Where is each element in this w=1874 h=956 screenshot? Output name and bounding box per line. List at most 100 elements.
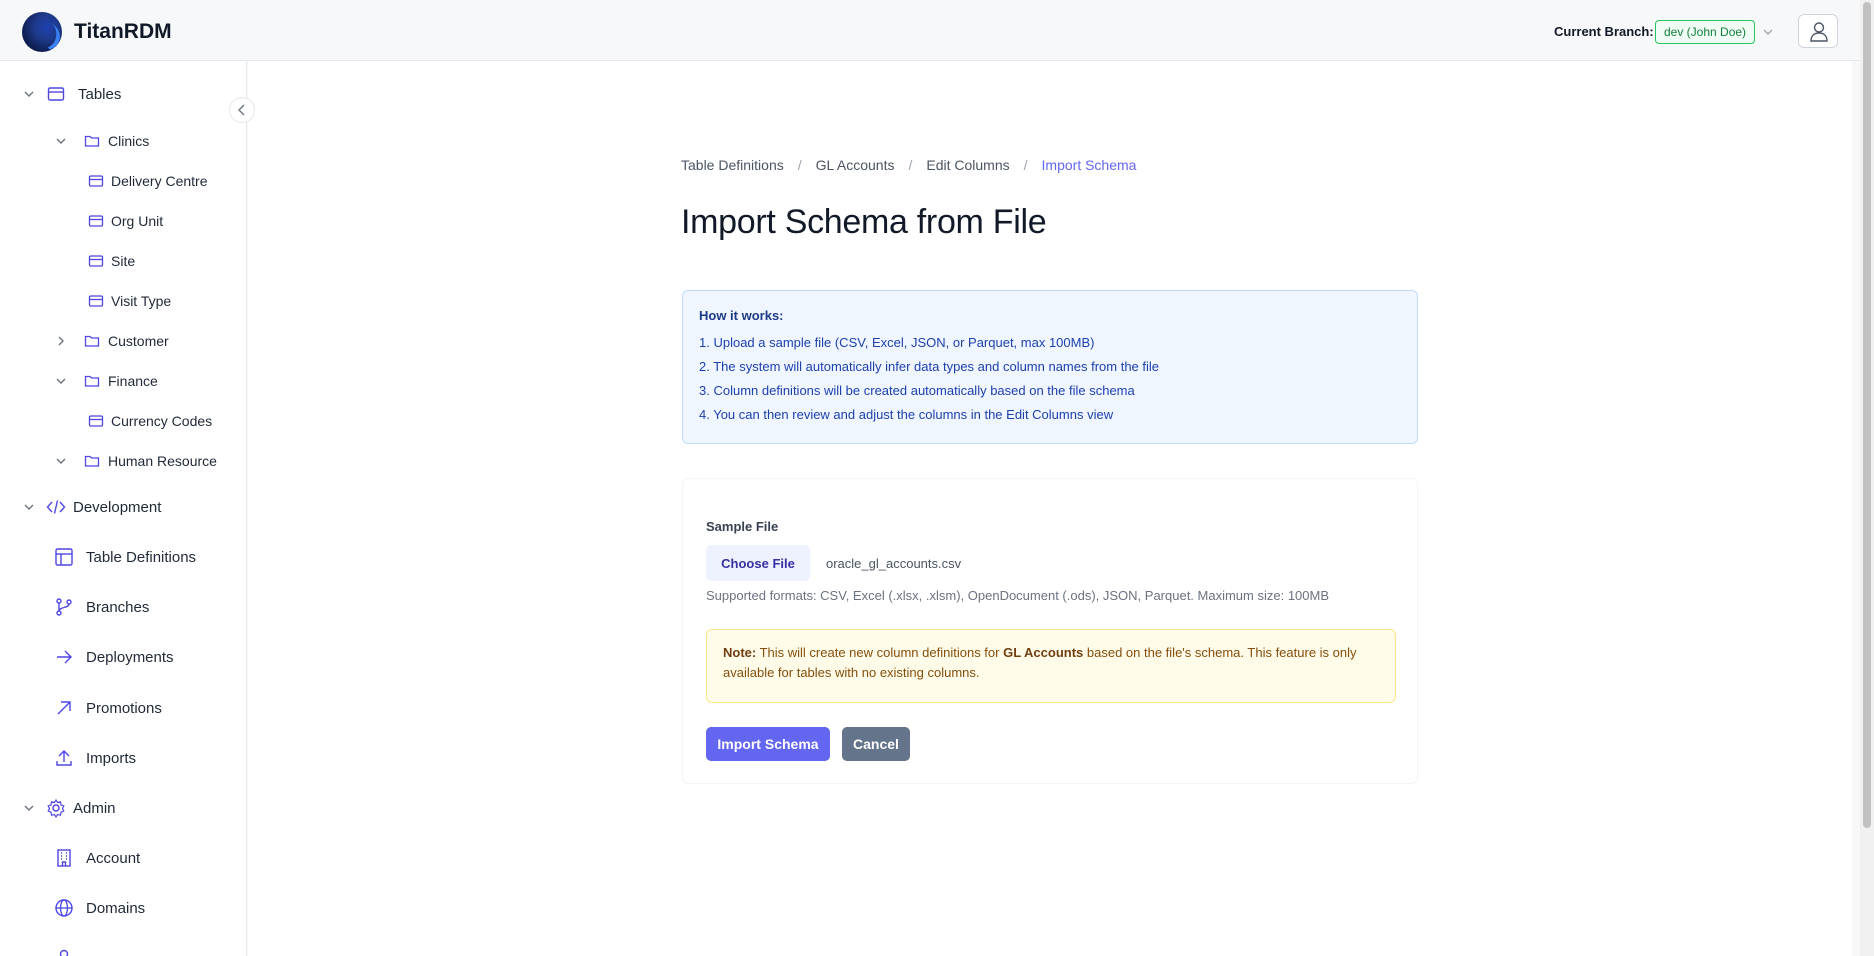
sidebar-item-label: Imports [86, 749, 137, 767]
chevron-down-icon[interactable] [54, 454, 68, 468]
current-branch-label: Current Branch: [1554, 24, 1654, 39]
sample-file-label: Sample File [706, 519, 779, 534]
folder-icon [82, 371, 102, 391]
sidebar-item-label: Org Unit [111, 213, 164, 229]
building-icon [54, 848, 74, 868]
breadcrumb-current: Import Schema [1041, 157, 1137, 173]
upload-icon [54, 748, 74, 768]
how-it-works-title: How it works: [699, 308, 784, 323]
table-icon [46, 84, 66, 104]
app-title[interactable]: TitanRDM [74, 20, 172, 44]
page-title: Import Schema from File [681, 203, 1047, 241]
sidebar-item-site[interactable]: Site [86, 247, 135, 275]
breadcrumb: Table Definitions / GL Accounts / Edit C… [681, 157, 1136, 173]
chevron-left-icon [238, 104, 245, 116]
table-icon [86, 171, 106, 191]
app-logo[interactable] [22, 12, 62, 52]
supported-formats-help: Supported formats: CSV, Excel (.xlsx, .x… [706, 588, 1330, 603]
sidebar-item-account[interactable]: Account [54, 844, 140, 872]
scrollbar-thumb[interactable] [1863, 2, 1871, 828]
table-icon [86, 291, 106, 311]
table-icon [86, 211, 106, 231]
sidebar-item-deployments[interactable]: Deployments [54, 643, 174, 671]
code-icon [46, 497, 66, 517]
sidebar-item-table-definitions[interactable]: Table Definitions [54, 543, 196, 571]
import-schema-button[interactable]: Import Schema [706, 727, 830, 761]
sidebar-folder-label: Human Resource [108, 453, 217, 469]
user-icon [1810, 22, 1828, 42]
sidebar-item-domains[interactable]: Domains [54, 894, 145, 922]
sidebar-folder-label: Clinics [108, 133, 150, 149]
table-icon [86, 411, 106, 431]
sidebar-item-label: Currency Codes [111, 413, 213, 429]
how-it-works-panel: How it works: 1. Upload a sample file (C… [682, 290, 1418, 444]
sidebar-item-visit-type[interactable]: Visit Type [86, 287, 171, 315]
user-menu-button[interactable] [1798, 14, 1838, 48]
breadcrumb-item-gl-accounts[interactable]: GL Accounts [816, 157, 895, 173]
chevron-down-icon[interactable] [1762, 26, 1774, 38]
chevron-down-icon[interactable] [22, 500, 36, 514]
sidebar-item-imports[interactable]: Imports [54, 744, 136, 772]
globe-icon [54, 898, 74, 918]
user-icon [54, 948, 74, 956]
sidebar-item-currency-codes[interactable]: Currency Codes [86, 407, 212, 435]
breadcrumb-separator: / [797, 157, 802, 173]
chevron-right-icon[interactable] [54, 334, 68, 348]
sidebar-collapse-button[interactable] [229, 97, 255, 123]
sidebar-item-org-unit[interactable]: Org Unit [86, 207, 163, 235]
sidebar-item-label: Visit Type [111, 293, 172, 309]
sidebar: Tables Clinics Delivery Centre Org Unit … [0, 61, 247, 956]
how-it-works-step: 3. Column definitions will be created au… [699, 383, 1135, 398]
sidebar-folder-clinics[interactable]: Clinics [54, 127, 149, 155]
how-it-works-step: 4. You can then review and adjust the co… [699, 407, 1114, 422]
sidebar-item-delivery-centre[interactable]: Delivery Centre [86, 167, 207, 195]
sidebar-item-label: Deployments [86, 648, 174, 666]
folder-icon [82, 131, 102, 151]
sidebar-folder-customer[interactable]: Customer [54, 327, 169, 355]
git-branch-icon [54, 597, 74, 617]
cancel-button[interactable]: Cancel [842, 727, 910, 761]
arrow-right-icon [54, 647, 74, 667]
table-icon [86, 251, 106, 271]
sidebar-item-label: Delivery Centre [111, 173, 208, 189]
note-label: Note: [723, 645, 757, 660]
breadcrumb-separator: / [908, 157, 913, 173]
sidebar-item-partial[interactable] [54, 944, 74, 956]
sidebar-folder-finance[interactable]: Finance [54, 367, 158, 395]
how-it-works-step: 2. The system will automatically infer d… [699, 359, 1160, 374]
page-scrollbar[interactable] [1860, 0, 1874, 956]
sidebar-item-label: Promotions [86, 699, 162, 717]
chevron-down-icon[interactable] [22, 801, 36, 815]
sidebar-section-development[interactable]: Development [22, 493, 161, 521]
sidebar-section-admin[interactable]: Admin [22, 794, 116, 822]
sidebar-item-label: Table Definitions [86, 548, 197, 566]
breadcrumb-item-edit-columns[interactable]: Edit Columns [926, 157, 1009, 173]
selected-file-name: oracle_gl_accounts.csv [826, 556, 962, 571]
choose-file-button[interactable]: Choose File [706, 545, 810, 581]
note-table-name: GL Accounts [1003, 645, 1084, 660]
chevron-down-icon[interactable] [54, 374, 68, 388]
folder-icon [82, 331, 102, 351]
note-box: Note: This will create new column defini… [706, 629, 1396, 703]
sidebar-section-label: Tables [78, 85, 122, 103]
sidebar-item-promotions[interactable]: Promotions [54, 694, 162, 722]
import-form-card: Sample File Choose File oracle_gl_accoun… [682, 478, 1418, 784]
table-definitions-icon [54, 547, 74, 567]
breadcrumb-separator: / [1023, 157, 1028, 173]
chevron-down-icon[interactable] [54, 134, 68, 148]
sidebar-folder-human-resource[interactable]: Human Resource [54, 447, 217, 475]
sidebar-folder-label: Finance [108, 373, 158, 389]
sidebar-section-label: Admin [73, 799, 116, 817]
sidebar-item-label: Account [86, 849, 141, 867]
sidebar-item-label: Site [111, 253, 136, 269]
sidebar-section-tables[interactable]: Tables [22, 80, 121, 108]
sidebar-item-label: Branches [86, 598, 150, 616]
sidebar-item-branches[interactable]: Branches [54, 593, 149, 621]
how-it-works-step: 1. Upload a sample file (CSV, Excel, JSO… [699, 335, 1095, 350]
app-header: TitanRDM Current Branch: dev (John Doe) [0, 0, 1874, 61]
chevron-down-icon[interactable] [22, 87, 36, 101]
sidebar-item-label: Domains [86, 899, 146, 917]
breadcrumb-item-table-definitions[interactable]: Table Definitions [681, 157, 784, 173]
sidebar-folder-label: Customer [108, 333, 169, 349]
branch-selector[interactable]: dev (John Doe) [1655, 20, 1756, 44]
